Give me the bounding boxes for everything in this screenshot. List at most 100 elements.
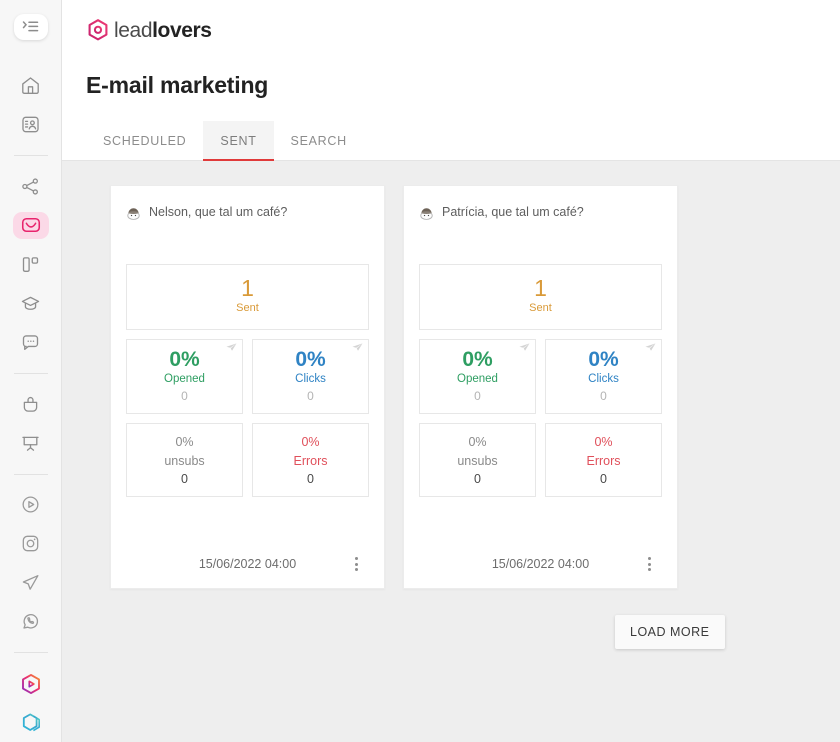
stat-unsubs-label: unsubs [457, 454, 498, 469]
stat-opened-count: 0 [474, 388, 481, 403]
brand-name-bold: lovers [152, 19, 212, 42]
tab-scheduled[interactable]: SCHEDULED [86, 121, 203, 160]
user-avatar-icon [419, 205, 434, 220]
stat-row-sent: 1 Sent [126, 264, 369, 330]
stat-errors-count: 0 [600, 472, 607, 487]
paper-plane-icon [519, 343, 530, 352]
paper-plane-icon [645, 343, 656, 352]
stat-clicks-value: 0% [588, 347, 619, 371]
stat-opened[interactable]: 0% Opened 0 [126, 338, 243, 415]
tab-bar: SCHEDULED SENT SEARCH [62, 121, 840, 161]
more-vertical-icon[interactable] [347, 553, 365, 575]
stat-opened-label: Opened [457, 372, 498, 385]
stat-sent-label: Sent [529, 302, 552, 315]
content-area: Nelson, que tal um café? 1 Sent 0% Opene… [62, 161, 840, 742]
sidebar-item-chat[interactable] [13, 329, 49, 356]
sidebar-item-leadlovers-apps[interactable] [13, 709, 49, 736]
sidebar-item-youtube[interactable] [13, 491, 49, 518]
campaign-card[interactable]: Nelson, que tal um café? 1 Sent 0% Opene… [110, 185, 385, 590]
leadlovers-hexagon-logo-icon [86, 18, 110, 44]
campaign-title: Patrícia, que tal um café? [442, 205, 584, 219]
stat-errors-label: Errors [586, 454, 621, 469]
sidebar-item-courses[interactable] [13, 290, 49, 317]
campaign-card[interactable]: Patrícia, que tal um café? 1 Sent 0% Ope… [403, 185, 678, 590]
campaign-card-header: Nelson, que tal um café? [126, 202, 369, 222]
sidebar-item-whatsapp[interactable] [13, 608, 49, 635]
stat-unsubs-label: unsubs [164, 454, 205, 469]
main-sidebar [0, 0, 62, 742]
app-root: leadlovers E-mail marketing SCHEDULED SE… [0, 0, 840, 742]
tab-sent[interactable]: SENT [203, 121, 274, 161]
stat-unsubs-value: 0% [468, 435, 487, 450]
hexagon-layers-gradient-icon [19, 711, 43, 735]
main-region: leadlovers E-mail marketing SCHEDULED SE… [62, 0, 840, 742]
stat-clicks-count: 0 [600, 388, 607, 403]
brand-name-light: lead [114, 19, 153, 42]
stat-sent-label: Sent [236, 302, 259, 315]
stat-unsubs[interactable]: 0% unsubs 0 [126, 423, 243, 498]
stat-row-secondary: 0% unsubs 0 0% Errors 0 [419, 423, 662, 498]
stat-clicks[interactable]: 0% Clicks 0 [545, 338, 662, 415]
stat-clicks-value: 0% [295, 347, 326, 371]
whatsapp-icon [20, 611, 41, 632]
instagram-camera-icon [20, 533, 41, 554]
play-circle-icon [20, 494, 41, 515]
stat-errors[interactable]: 0% Errors 0 [545, 423, 662, 498]
stat-errors-count: 0 [307, 472, 314, 487]
sidebar-divider [13, 473, 48, 475]
stat-clicks-label: Clicks [295, 372, 326, 385]
presentation-screen-icon [20, 433, 41, 454]
stat-clicks[interactable]: 0% Clicks 0 [252, 338, 369, 415]
sidebar-item-funnels[interactable] [13, 173, 49, 200]
sidebar-item-webinars[interactable] [13, 430, 49, 457]
brand-logo[interactable]: leadlovers [86, 16, 840, 46]
stat-unsubs-value: 0% [175, 435, 194, 450]
campaign-date: 15/06/2022 04:00 [491, 557, 590, 572]
stat-errors-value: 0% [594, 435, 613, 450]
campaign-card-footer: 15/06/2022 04:00 [126, 550, 369, 578]
stat-row-engagement: 0% Opened 0 0% Clicks 0 [126, 338, 369, 415]
tab-search[interactable]: SEARCH [274, 121, 364, 160]
stat-unsubs-count: 0 [181, 472, 188, 487]
sidebar-divider [13, 372, 48, 374]
contact-card-icon [20, 114, 41, 135]
chat-bubble-icon [20, 332, 41, 353]
stat-opened-label: Opened [164, 372, 205, 385]
page-header: leadlovers E-mail marketing SCHEDULED SE… [62, 0, 840, 161]
stat-errors-label: Errors [293, 454, 328, 469]
campaign-card-footer: 15/06/2022 04:00 [419, 550, 662, 578]
user-avatar-icon [126, 205, 141, 220]
hexagon-play-gradient-icon [19, 672, 43, 696]
sidebar-item-pages[interactable] [13, 251, 49, 278]
stat-errors-value: 0% [301, 435, 320, 450]
menu-collapse-icon [22, 19, 39, 34]
sidebar-toggle-button[interactable] [13, 14, 48, 40]
home-icon [20, 75, 41, 96]
sidebar-item-instagram[interactable] [13, 530, 49, 557]
stat-row-engagement: 0% Opened 0 0% Clicks 0 [419, 338, 662, 415]
sidebar-divider [13, 652, 48, 653]
sidebar-item-leadlovers-play[interactable] [13, 670, 49, 697]
stat-sent[interactable]: 1 Sent [419, 264, 662, 330]
share-nodes-icon [20, 176, 41, 197]
stat-sent-value: 1 [241, 275, 254, 301]
campaign-card-header: Patrícia, que tal um café? [419, 202, 662, 222]
load-more-button[interactable]: LOAD MORE [615, 615, 725, 650]
stat-unsubs[interactable]: 0% unsubs 0 [419, 423, 536, 498]
telegram-paper-plane-icon [20, 572, 41, 593]
load-more-row: LOAD MORE [110, 615, 840, 650]
stat-clicks-label: Clicks [588, 372, 619, 385]
stat-sent[interactable]: 1 Sent [126, 264, 369, 330]
sidebar-item-contacts[interactable] [13, 111, 49, 138]
stat-opened[interactable]: 0% Opened 0 [419, 338, 536, 415]
stat-clicks-count: 0 [307, 388, 314, 403]
campaign-date: 15/06/2022 04:00 [198, 557, 297, 572]
stat-opened-value: 0% [169, 347, 200, 371]
more-vertical-icon[interactable] [640, 553, 658, 575]
sidebar-item-checkout[interactable] [13, 391, 49, 418]
columns-layout-icon [20, 254, 41, 275]
sidebar-item-home[interactable] [13, 72, 49, 99]
stat-errors[interactable]: 0% Errors 0 [252, 423, 369, 498]
sidebar-item-telegram[interactable] [13, 569, 49, 596]
sidebar-item-email-marketing[interactable] [12, 211, 49, 239]
